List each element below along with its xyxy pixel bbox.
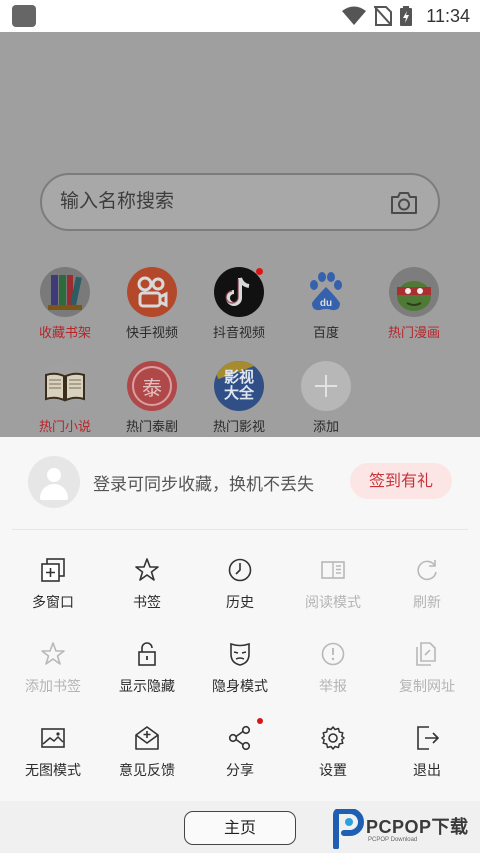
menu-label: 复制网址 xyxy=(399,679,455,695)
star-outline-icon xyxy=(40,641,66,667)
shortcut-thai-drama[interactable]: 泰 热门泰剧 xyxy=(112,361,192,435)
star-icon xyxy=(134,557,160,583)
login-prompt[interactable]: 登录可同步收藏，换机不丢失 xyxy=(93,470,314,495)
refresh-button[interactable]: 刷新 xyxy=(384,557,470,612)
thai-drama-icon: 泰 xyxy=(127,361,177,411)
book-icon xyxy=(40,361,90,411)
gear-icon xyxy=(320,725,346,751)
shortcut-label: 热门小说 xyxy=(38,420,91,435)
thai-drama-glyph: 泰 xyxy=(142,376,162,400)
image-icon xyxy=(40,725,66,751)
menu-label: 意见反馈 xyxy=(119,763,175,779)
shortcut-novels[interactable]: 热门小说 xyxy=(25,361,105,435)
no-image-mode-button[interactable]: 无图模式 xyxy=(10,725,96,780)
comic-icon xyxy=(389,267,439,317)
bookmarks-button[interactable]: 书签 xyxy=(104,557,190,612)
watermark-subtext: PCPOP Download xyxy=(368,837,418,843)
menu-label: 多窗口 xyxy=(32,595,74,611)
login-row[interactable]: 登录可同步收藏，换机不丢失 签到有礼 xyxy=(28,456,458,512)
menu-label: 分享 xyxy=(226,763,254,779)
add-icon xyxy=(301,361,351,411)
feedback-icon xyxy=(134,725,160,751)
copy-link-button[interactable]: 复制网址 xyxy=(384,641,470,696)
reading-mode-icon xyxy=(320,557,346,583)
unlock-icon xyxy=(134,641,160,667)
douyin-icon xyxy=(214,267,264,317)
search-bar[interactable] xyxy=(40,173,440,231)
shortcut-label: 添加 xyxy=(312,420,339,435)
show-hidden-button[interactable]: 显示隐藏 xyxy=(104,641,190,696)
wifi-icon xyxy=(342,6,367,25)
status-bar: 11:34 xyxy=(0,0,480,32)
shortcut-movies[interactable]: 影视大全 热门影视 xyxy=(199,361,279,435)
menu-label: 退出 xyxy=(413,763,441,779)
camera-icon[interactable] xyxy=(390,190,418,216)
search-input[interactable] xyxy=(60,190,360,212)
shortcut-douyin[interactable]: 抖音视频 xyxy=(199,267,279,341)
history-button[interactable]: 历史 xyxy=(197,557,283,612)
feedback-button[interactable]: 意见反馈 xyxy=(104,725,190,780)
bookshelf-icon xyxy=(40,267,90,317)
avatar[interactable] xyxy=(28,456,80,508)
shortcut-label: 收藏书架 xyxy=(38,326,91,341)
refresh-icon xyxy=(414,557,440,583)
menu-label: 设置 xyxy=(319,763,347,779)
shortcut-kuaishou[interactable]: 快手视频 xyxy=(112,267,192,341)
shortcut-baidu[interactable]: du 百度 xyxy=(286,267,366,341)
exit-icon xyxy=(414,725,440,751)
share-button[interactable]: 分享 xyxy=(197,718,283,780)
menu-label: 隐身模式 xyxy=(212,679,268,695)
shortcut-label: 百度 xyxy=(312,326,339,341)
shortcut-label: 抖音视频 xyxy=(212,326,265,341)
shortcut-label: 热门泰剧 xyxy=(125,420,178,435)
pcpop-logo-icon xyxy=(333,809,364,849)
menu-label: 书签 xyxy=(133,595,161,611)
kuaishou-icon xyxy=(127,267,177,317)
copy-link-icon xyxy=(414,641,440,667)
svg-text:du: du xyxy=(320,298,332,309)
exit-button[interactable]: 退出 xyxy=(384,725,470,780)
no-sim-icon xyxy=(374,6,393,26)
shortcut-comics[interactable]: 热门漫画 xyxy=(374,267,454,341)
clock-icon xyxy=(227,557,253,583)
alert-icon xyxy=(320,641,346,667)
movies-glyph: 影视大全 xyxy=(223,368,254,402)
bottom-bar: 主页 PCPOP下载 PCPOP Download xyxy=(0,801,480,853)
shortcut-add[interactable]: 添加 xyxy=(286,361,366,435)
menu-label: 举报 xyxy=(319,679,347,695)
watermark-text: PCPOP下载 xyxy=(366,817,469,837)
status-icons: 11:34 xyxy=(342,0,470,32)
multi-window-button[interactable]: 多窗口 xyxy=(10,557,96,612)
settings-button[interactable]: 设置 xyxy=(290,725,376,780)
menu-label: 阅读模式 xyxy=(305,595,361,611)
share-icon xyxy=(227,718,263,751)
menu-label: 无图模式 xyxy=(25,763,81,779)
multi-window-icon xyxy=(40,557,66,583)
shortcut-label: 快手视频 xyxy=(125,326,178,341)
battery-charging-icon xyxy=(400,6,413,26)
pcpop-watermark: PCPOP下载 PCPOP Download xyxy=(332,809,478,851)
shortcut-label: 热门漫画 xyxy=(387,326,440,341)
app-notification-icon xyxy=(12,5,36,27)
home-button[interactable]: 主页 xyxy=(184,811,296,845)
baidu-icon: du xyxy=(301,267,351,317)
notification-dot xyxy=(257,718,263,724)
menu-label: 历史 xyxy=(226,595,254,611)
menu-label: 添加书签 xyxy=(25,679,81,695)
divider xyxy=(12,529,468,530)
incognito-button[interactable]: 隐身模式 xyxy=(197,641,283,696)
notification-dot xyxy=(256,268,263,275)
checkin-button[interactable]: 签到有礼 xyxy=(350,463,452,499)
shortcut-bookshelf[interactable]: 收藏书架 xyxy=(25,267,105,341)
mask-icon xyxy=(227,641,253,667)
reading-mode-button[interactable]: 阅读模式 xyxy=(290,557,376,612)
movies-icon: 影视大全 xyxy=(214,361,264,411)
shortcut-label: 热门影视 xyxy=(212,420,265,435)
menu-label: 刷新 xyxy=(413,595,441,611)
menu-label: 显示隐藏 xyxy=(119,679,175,695)
add-bookmark-button[interactable]: 添加书签 xyxy=(10,641,96,696)
status-time: 11:34 xyxy=(426,5,470,26)
report-button[interactable]: 举报 xyxy=(290,641,376,696)
